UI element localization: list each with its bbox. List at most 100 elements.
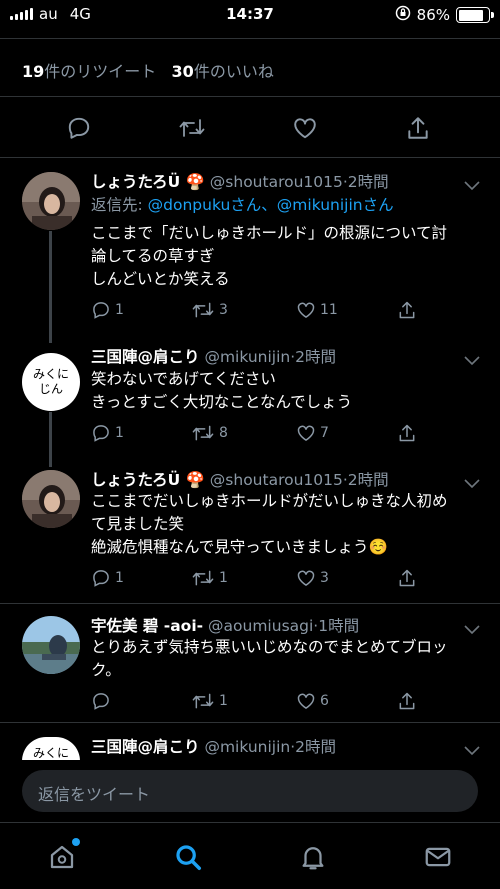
retweet-icon[interactable] [172, 108, 212, 148]
user-handle[interactable]: @mikunijin [204, 738, 290, 756]
reply-header: 三国陣@肩こり @mikunijin·2時間 [91, 735, 336, 757]
like-button[interactable]: 7 [296, 422, 329, 444]
display-name[interactable]: 三国陣@肩こり [91, 348, 200, 366]
share-button[interactable] [397, 299, 417, 321]
divider [0, 96, 500, 97]
chevron-down-icon[interactable] [464, 474, 480, 489]
user-handle[interactable]: @mikunijin [204, 348, 290, 366]
divider [0, 603, 500, 604]
reply-actions: 1 1 3 [91, 567, 471, 589]
retweet-button[interactable]: 3 [191, 299, 228, 321]
divider [0, 722, 500, 723]
retweet-count: 1 [219, 570, 228, 586]
tweet-text-line: 論してるの草すぎ [91, 247, 215, 265]
tweet-text-line: 笑わないであげてください [91, 370, 276, 388]
avatar[interactable]: みくに [22, 737, 80, 761]
chevron-down-icon[interactable] [464, 351, 480, 366]
display-name[interactable]: しょうたろÜ 🍄 [91, 471, 205, 489]
thread-line [49, 231, 52, 343]
tweet-text: とりあえず気持ち悪いいじめなのでまとめてブロッ ク。 [91, 636, 476, 682]
like-count[interactable]: 30 [172, 62, 194, 81]
tweet-text: ここまで「だいしゅきホールド」の根源について討 論してるの草すぎ しんどいとか笑… [91, 222, 476, 291]
retweet-count: 3 [219, 302, 228, 318]
like-button[interactable]: 6 [296, 690, 329, 712]
like-count: 7 [320, 425, 329, 441]
notifications-icon[interactable] [297, 841, 329, 873]
avatar[interactable] [22, 470, 80, 528]
reply-actions: 1 6 [91, 690, 471, 712]
reply-header: 三国陣@肩こり @mikunijin·2時間 [91, 345, 336, 367]
retweet-count-label[interactable]: 件のリツイート [44, 62, 156, 81]
like-button[interactable]: 3 [296, 567, 329, 589]
avatar[interactable] [22, 616, 80, 674]
home-icon[interactable] [46, 838, 80, 873]
reply-count: 1 [115, 570, 124, 586]
search-icon[interactable] [172, 841, 204, 873]
tweet-text-line: きっとすごく大切なことなんでしょう [91, 393, 353, 411]
chevron-down-icon[interactable] [464, 620, 480, 635]
user-handle[interactable]: @aoumiusagi [208, 617, 313, 635]
user-handle[interactable]: @shoutarou1015 [210, 173, 343, 191]
share-icon[interactable] [398, 108, 438, 148]
reply-button[interactable] [91, 690, 115, 712]
reply-count: 1 [115, 425, 124, 441]
battery-icon [456, 7, 494, 23]
retweet-button[interactable]: 1 [191, 690, 228, 712]
thread-line [49, 412, 52, 467]
timestamp: ·2時間 [342, 173, 389, 191]
avatar-text: じん [38, 382, 63, 396]
reply-to-line: 返信先: @donpukuさん、@mikunijinさん [91, 194, 476, 217]
messages-icon[interactable] [422, 841, 454, 873]
retweet-button[interactable]: 1 [191, 567, 228, 589]
retweet-count[interactable]: 19 [22, 62, 44, 81]
battery-percent: 86% [416, 6, 450, 24]
user-handle[interactable]: @shoutarou1015 [210, 471, 343, 489]
tweet-text-line: ここまでだいしゅきホールドがだいしゅきな人初め [91, 492, 448, 510]
tweet-text: ここまでだいしゅきホールドがだいしゅきな人初め て見ました笑 絶滅危惧種なんで見… [91, 490, 476, 559]
tweet-text-line: ここまで「だいしゅきホールド」の根源について討 [91, 224, 448, 242]
like-count-label[interactable]: 件のいいね [194, 62, 274, 81]
retweet-button[interactable]: 8 [191, 422, 228, 444]
reply-actions: 1 3 11 [91, 299, 471, 321]
reply-button[interactable]: 1 [91, 567, 124, 589]
tweet-text-line: とりあえず気持ち悪いいじめなのでまとめてブロッ [91, 638, 448, 656]
like-count: 3 [320, 570, 329, 586]
orientation-lock-icon [395, 5, 411, 25]
avatar-text: みくに [32, 367, 69, 381]
display-name[interactable]: 三国陣@肩こり [91, 738, 200, 756]
display-name[interactable]: 宇佐美 碧 -aoi- [91, 617, 203, 635]
avatar[interactable] [22, 172, 80, 230]
timestamp: ·2時間 [290, 348, 337, 366]
tweet-text: 笑わないであげてください きっとすごく大切なことなんでしょう [91, 368, 476, 414]
chevron-down-icon[interactable] [464, 176, 480, 191]
reply-to-label: 返信先: [91, 196, 148, 214]
tweet-action-bar [0, 108, 500, 148]
reply-button[interactable]: 1 [91, 299, 124, 321]
reply-actions: 1 8 7 [91, 422, 471, 444]
like-count: 11 [320, 302, 338, 318]
timestamp: ·2時間 [342, 471, 389, 489]
tweet-stats: 19件のリツイート 30件のいいね [22, 58, 274, 82]
avatar[interactable]: みくに じん [22, 353, 80, 411]
tweet-text-line: 絶滅危惧種なんで見守っていきましょう☺️ [91, 538, 388, 556]
reply-header: しょうたろÜ 🍄 @shoutarou1015·2時間 [91, 170, 389, 192]
chevron-down-icon[interactable] [464, 741, 480, 756]
like-icon[interactable] [285, 108, 325, 148]
share-button[interactable] [397, 422, 417, 444]
retweet-count: 8 [219, 425, 228, 441]
reply-input[interactable]: 返信をツイート [22, 770, 478, 812]
like-button[interactable]: 11 [296, 299, 338, 321]
share-button[interactable] [397, 567, 417, 589]
retweet-count: 1 [219, 693, 228, 709]
reply-button[interactable]: 1 [91, 422, 124, 444]
reply-icon[interactable] [59, 108, 99, 148]
divider [0, 38, 500, 39]
avatar-text: みくに [32, 746, 69, 760]
like-count: 6 [320, 693, 329, 709]
status-right: 86% [395, 5, 494, 25]
reply-to-mentions[interactable]: @donpukuさん、@mikunijinさん [148, 196, 394, 214]
display-name[interactable]: しょうたろÜ 🍄 [91, 173, 205, 191]
tweet-text-line: て見ました笑 [91, 515, 185, 533]
share-button[interactable] [397, 690, 417, 712]
tab-bar [0, 822, 500, 889]
